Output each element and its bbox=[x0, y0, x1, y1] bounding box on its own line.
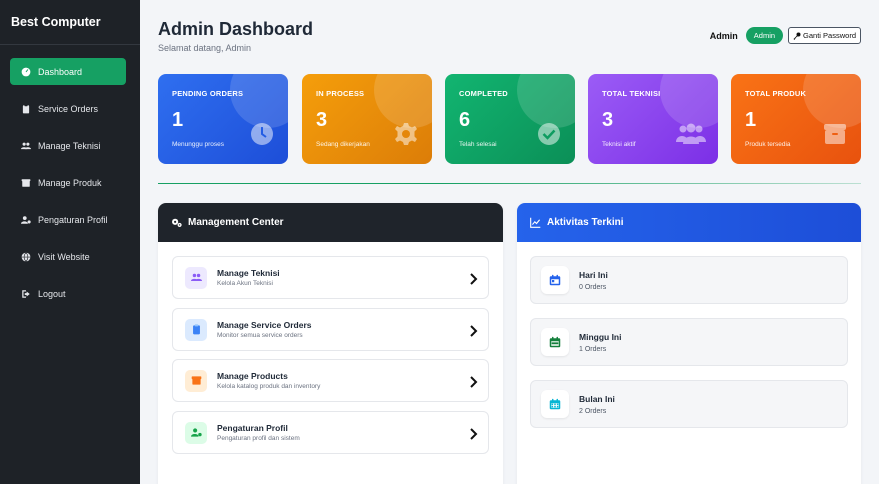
stat-value: 1 bbox=[172, 109, 184, 131]
manage-teknisi-link[interactable]: Manage Teknisi Kelola Akun Teknisi bbox=[172, 256, 489, 299]
calendar-day-icon bbox=[541, 266, 569, 294]
chevron-right-icon bbox=[468, 427, 478, 440]
clipboard-icon bbox=[20, 103, 31, 114]
sidebar-nav: Dashboard Service Orders Manage Teknisi … bbox=[0, 45, 140, 307]
role-badge: Admin bbox=[745, 27, 784, 44]
key-icon bbox=[793, 32, 801, 40]
sidebar-item-label: Logout bbox=[38, 288, 66, 299]
clipboard-icon bbox=[185, 318, 207, 341]
box-icon bbox=[185, 369, 207, 392]
user-area: Admin Admin Ganti Password bbox=[710, 27, 861, 44]
stat-value: 1 bbox=[745, 109, 757, 131]
sidebar: Best Computer Dashboard Service Orders M… bbox=[0, 0, 140, 484]
sidebar-item-manage-produk[interactable]: Manage Produk bbox=[10, 169, 126, 196]
change-password-button[interactable]: Ganti Password bbox=[788, 27, 861, 44]
activity-count: 0 Orders bbox=[579, 283, 607, 291]
sidebar-item-pengaturan-profil[interactable]: Pengaturan Profil bbox=[10, 206, 126, 233]
user-cog-icon bbox=[185, 421, 207, 444]
pengaturan-profil-link[interactable]: Pengaturan Profil Pengaturan profil dan … bbox=[172, 411, 489, 454]
check-circle-icon bbox=[537, 122, 561, 146]
page-title: Admin Dashboard bbox=[158, 19, 314, 39]
sidebar-item-label: Service Orders bbox=[38, 103, 99, 114]
stat-card-completed: COMPLETED 6 Telah selesai bbox=[445, 74, 575, 164]
stat-value: 3 bbox=[316, 109, 328, 131]
sidebar-item-service-orders[interactable]: Service Orders bbox=[10, 95, 126, 122]
stat-caption: Menunggu proses bbox=[172, 141, 225, 148]
stat-value: 3 bbox=[602, 109, 614, 131]
activity-header: Aktivitas Terkini bbox=[517, 203, 861, 242]
user-cog-icon bbox=[20, 214, 31, 225]
stat-card-pending-orders: PENDING ORDERS 1 Menunggu proses bbox=[158, 74, 288, 164]
sidebar-item-logout[interactable]: Logout bbox=[10, 280, 126, 307]
users-icon bbox=[676, 122, 706, 146]
stat-label: TOTAL PRODUK bbox=[745, 89, 807, 98]
page-subtitle: Selamat datang, Admin bbox=[158, 43, 252, 53]
stat-label: IN PROCESS bbox=[316, 89, 365, 98]
box-icon bbox=[823, 122, 847, 146]
stat-caption: Produk tersedia bbox=[745, 141, 791, 148]
stat-value: 6 bbox=[459, 109, 471, 131]
chevron-right-icon bbox=[468, 375, 478, 388]
item-title: Manage Service Orders bbox=[217, 320, 312, 330]
calendar-week-icon bbox=[541, 328, 569, 356]
dashboard-icon bbox=[20, 66, 31, 77]
sidebar-item-visit-website[interactable]: Visit Website bbox=[10, 243, 126, 270]
stat-label: COMPLETED bbox=[459, 89, 508, 98]
sidebar-item-label: Pengaturan Profil bbox=[38, 214, 108, 225]
gear-icon bbox=[394, 122, 418, 146]
clock-icon bbox=[250, 122, 274, 146]
chart-line-icon bbox=[530, 217, 541, 228]
activity-count: 2 Orders bbox=[579, 407, 607, 415]
item-subtitle: Kelola Akun Teknisi bbox=[217, 280, 273, 287]
manage-service-orders-link[interactable]: Manage Service Orders Monitor semua serv… bbox=[172, 308, 489, 351]
sidebar-item-label: Dashboard bbox=[38, 66, 83, 77]
management-center-title: Management Center bbox=[188, 217, 284, 228]
activity-today: Hari Ini 0 Orders bbox=[530, 256, 848, 304]
chevron-right-icon bbox=[468, 324, 478, 337]
activity-this-week: Minggu Ini 1 Orders bbox=[530, 318, 848, 366]
change-password-label: Ganti Password bbox=[803, 31, 856, 40]
manage-products-link[interactable]: Manage Products Kelola katalog produk da… bbox=[172, 359, 489, 402]
activity-label: Hari Ini bbox=[579, 269, 608, 280]
management-center-header: Management Center bbox=[158, 203, 503, 242]
user-name: Admin bbox=[709, 30, 738, 41]
item-title: Pengaturan Profil bbox=[217, 423, 288, 433]
chevron-right-icon bbox=[468, 272, 478, 285]
cogs-icon bbox=[172, 218, 182, 227]
activity-title: Aktivitas Terkini bbox=[547, 217, 624, 228]
item-title: Manage Teknisi bbox=[217, 268, 280, 278]
sidebar-item-dashboard[interactable]: Dashboard bbox=[10, 58, 126, 85]
management-center-panel: Management Center Manage Teknisi Kelola … bbox=[158, 203, 503, 484]
item-title: Manage Products bbox=[217, 371, 288, 381]
activity-count: 1 Orders bbox=[579, 345, 607, 353]
sidebar-item-label: Manage Produk bbox=[38, 177, 102, 188]
users-icon bbox=[185, 266, 207, 289]
item-subtitle: Kelola katalog produk dan inventory bbox=[217, 383, 321, 390]
stat-card-in-process: IN PROCESS 3 Sedang dikerjakan bbox=[302, 74, 432, 164]
stat-caption: Telah selesai bbox=[459, 141, 497, 148]
box-icon bbox=[20, 177, 31, 188]
stat-label: TOTAL TEKNISI bbox=[602, 89, 661, 98]
sidebar-item-manage-teknisi[interactable]: Manage Teknisi bbox=[10, 132, 126, 159]
sidebar-item-label: Manage Teknisi bbox=[38, 140, 101, 151]
sidebar-item-label: Visit Website bbox=[38, 251, 90, 262]
stat-caption: Sedang dikerjakan bbox=[316, 141, 370, 148]
globe-icon bbox=[20, 251, 31, 262]
activity-panel: Aktivitas Terkini Hari Ini 0 Orders Ming… bbox=[517, 203, 861, 484]
stat-card-total-teknisi: TOTAL TEKNISI 3 Teknisi aktif bbox=[588, 74, 718, 164]
activity-label: Minggu Ini bbox=[579, 331, 622, 342]
item-subtitle: Monitor semua service orders bbox=[217, 332, 303, 339]
logout-icon bbox=[20, 288, 31, 299]
stat-label: PENDING ORDERS bbox=[172, 89, 244, 98]
brand-title: Best Computer bbox=[0, 0, 140, 45]
activity-this-month: Bulan Ini 2 Orders bbox=[530, 380, 848, 428]
users-icon bbox=[20, 140, 31, 151]
stat-card-total-produk: TOTAL PRODUK 1 Produk tersedia bbox=[731, 74, 861, 164]
section-divider bbox=[158, 183, 861, 184]
item-subtitle: Pengaturan profil dan sistem bbox=[217, 435, 300, 442]
calendar-month-icon bbox=[541, 390, 569, 418]
activity-label: Bulan Ini bbox=[579, 393, 615, 404]
stat-caption: Teknisi aktif bbox=[602, 141, 636, 148]
